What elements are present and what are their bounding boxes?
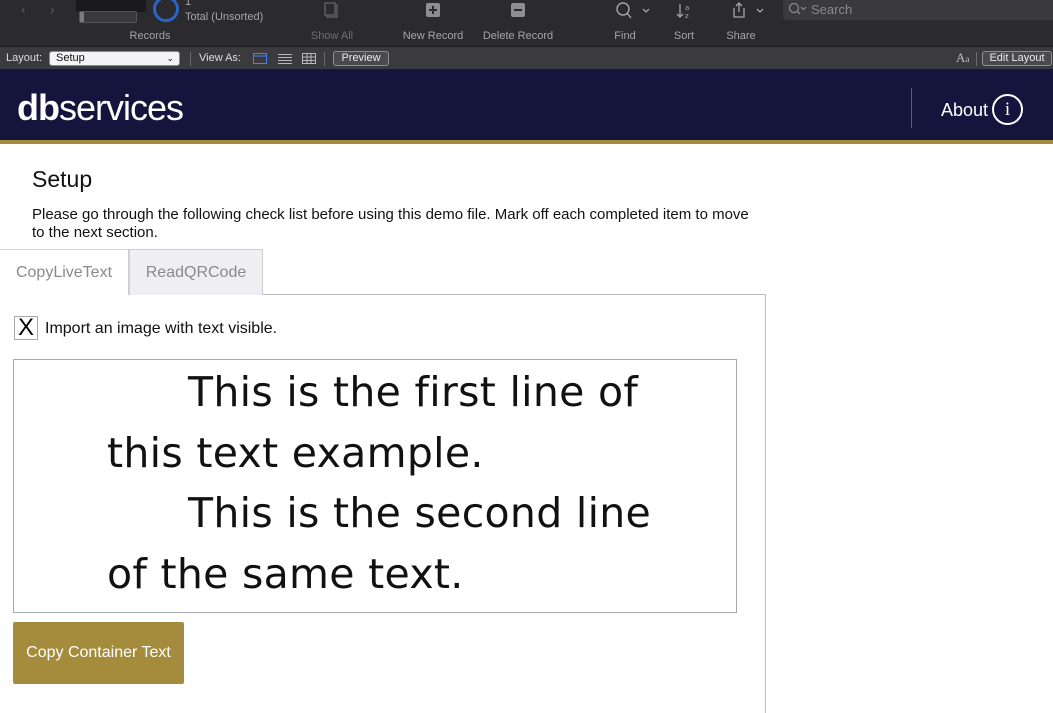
find-label: Find bbox=[614, 30, 636, 42]
logo-bold: db bbox=[17, 87, 60, 128]
page-title: Setup bbox=[32, 166, 93, 192]
magnifier-icon bbox=[616, 2, 650, 19]
new-record-button[interactable]: New Record bbox=[398, 0, 468, 46]
record-total: Total (Unsorted) bbox=[185, 11, 264, 23]
records-group: Records bbox=[115, 0, 185, 46]
list-view-icon[interactable] bbox=[278, 53, 292, 64]
header-banner: dbservices About i bbox=[0, 70, 1053, 144]
table-view-icon[interactable] bbox=[302, 53, 316, 64]
copy-container-text-button[interactable]: Copy Container Text bbox=[13, 622, 184, 684]
delete-record-button[interactable]: Delete Record bbox=[478, 0, 558, 46]
quick-find-search-input[interactable]: Search bbox=[783, 0, 1053, 20]
sort-button[interactable]: a z Sort bbox=[664, 0, 704, 46]
tab-panel-top-border bbox=[263, 294, 766, 295]
image-text-line: this text example. bbox=[107, 429, 484, 477]
divider bbox=[976, 52, 977, 66]
view-as-label: View As: bbox=[199, 52, 241, 64]
layout-label: Layout: bbox=[6, 52, 43, 64]
new-record-label: New Record bbox=[402, 30, 464, 42]
svg-text:a: a bbox=[685, 4, 689, 12]
text-size-icon[interactable]: Aa bbox=[956, 50, 969, 66]
import-image-checkbox[interactable]: X bbox=[14, 316, 38, 340]
tab-copylivetext[interactable]: CopyLiveText bbox=[0, 249, 129, 295]
divider bbox=[324, 52, 325, 66]
show-all-button[interactable]: Show All bbox=[300, 0, 364, 46]
logo-rest: services bbox=[58, 87, 184, 128]
instructions-text: Please go through the following check li… bbox=[32, 206, 749, 241]
tab-readqrcode[interactable]: ReadQRCode bbox=[129, 249, 263, 295]
search-icon bbox=[788, 2, 807, 15]
previous-record-arrow-icon[interactable]: ‹ bbox=[21, 2, 31, 16]
status-toolbar: ‹ › 1 Total (Unsorted) Records Show All … bbox=[0, 0, 1053, 46]
image-container-field[interactable]: This is the first line of this text exam… bbox=[13, 359, 737, 613]
tab-panel-right-border bbox=[765, 294, 766, 713]
next-record-arrow-icon[interactable]: › bbox=[50, 2, 60, 16]
image-text-line: of the same text. bbox=[107, 550, 464, 598]
record-number[interactable]: 1 bbox=[185, 0, 191, 8]
chevron-down-icon: ⌄ bbox=[166, 53, 174, 63]
search-placeholder: Search bbox=[811, 2, 853, 17]
info-icon[interactable]: i bbox=[992, 94, 1023, 125]
image-text-line: This is the second line bbox=[188, 489, 652, 537]
layout-select[interactable]: Setup ⌄ bbox=[49, 51, 180, 66]
plus-icon bbox=[426, 3, 440, 17]
find-button[interactable]: Find bbox=[600, 0, 650, 46]
svg-text:z: z bbox=[685, 12, 689, 20]
divider bbox=[190, 52, 191, 66]
records-label: Records bbox=[129, 30, 171, 42]
layout-select-value: Setup bbox=[56, 52, 85, 64]
image-text-line: This is the first line of bbox=[188, 368, 639, 416]
share-label: Share bbox=[726, 30, 756, 42]
minus-icon bbox=[511, 3, 525, 17]
divider bbox=[911, 88, 912, 128]
sort-icon: a z bbox=[676, 4, 689, 20]
share-button[interactable]: Share bbox=[718, 0, 764, 46]
form-view-icon[interactable] bbox=[253, 53, 267, 64]
edit-layout-button[interactable]: Edit Layout bbox=[982, 51, 1052, 66]
dbservices-logo: dbservices bbox=[17, 87, 184, 129]
about-link[interactable]: About bbox=[941, 100, 988, 121]
checklist-item-label: Import an image with text visible. bbox=[45, 320, 278, 337]
share-icon bbox=[732, 2, 764, 18]
sort-label: Sort bbox=[673, 30, 695, 42]
show-all-label: Show All bbox=[310, 30, 354, 42]
layout-bar: Layout: Setup ⌄ View As: Preview Aa Edit… bbox=[0, 46, 1053, 70]
delete-record-label: Delete Record bbox=[482, 30, 554, 42]
record-slider-thumb[interactable] bbox=[80, 12, 84, 22]
preview-button[interactable]: Preview bbox=[333, 51, 389, 66]
show-all-icon bbox=[324, 2, 338, 18]
